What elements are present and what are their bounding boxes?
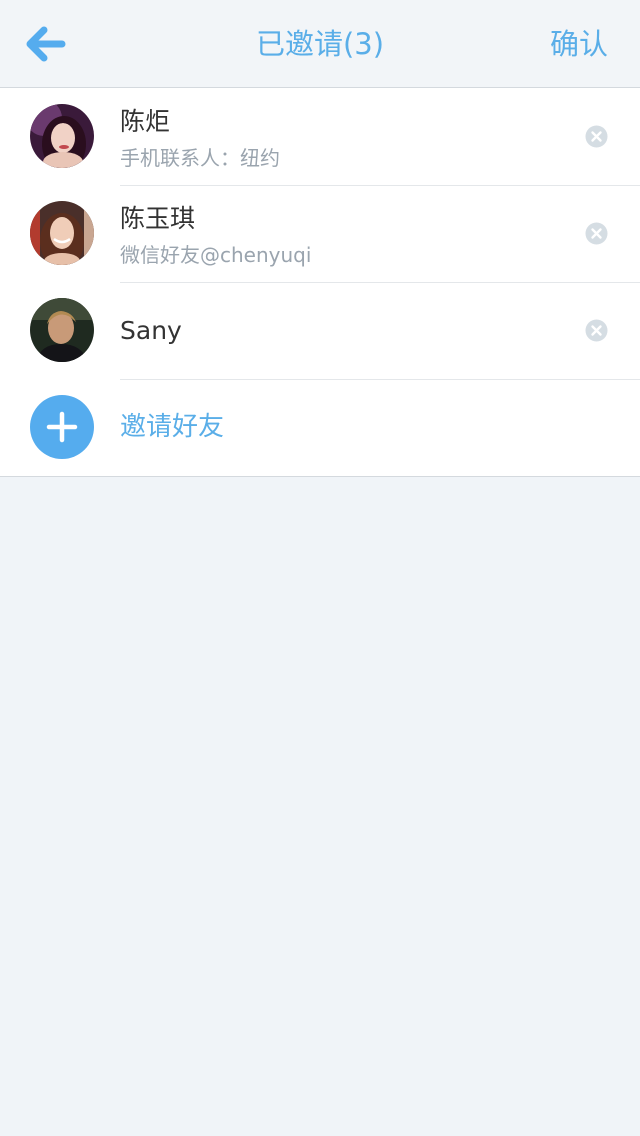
invitee-name: Sany xyxy=(120,316,182,345)
invite-friends-button[interactable]: 邀请好友 xyxy=(0,379,640,476)
invitee-name: 陈炬 xyxy=(120,107,171,136)
remove-circle-icon[interactable] xyxy=(585,319,608,342)
navigation-bar: 已邀请(3) 确认 xyxy=(0,0,640,88)
page-title: 已邀请(3) xyxy=(255,27,385,61)
avatar xyxy=(30,298,94,362)
invitee-source: 手机联系人：纽约 xyxy=(120,146,280,170)
list-item: Sany xyxy=(0,282,640,379)
invitee-list: 陈炬 手机联系人：纽约 陈玉琪 微信好友@chenyuqi Sany 邀请好友 xyxy=(0,88,640,477)
avatar xyxy=(30,201,94,265)
invitee-source: 微信好友@chenyuqi xyxy=(120,243,312,267)
list-item: 陈玉琪 微信好友@chenyuqi xyxy=(0,185,640,282)
invitee-name: 陈玉琪 xyxy=(120,204,196,233)
remove-circle-icon[interactable] xyxy=(585,125,608,148)
list-item: 陈炬 手机联系人：纽约 xyxy=(0,88,640,185)
invite-friends-label: 邀请好友 xyxy=(120,412,225,442)
avatar xyxy=(30,104,94,168)
add-button[interactable] xyxy=(30,395,94,459)
remove-circle-icon[interactable] xyxy=(585,222,608,245)
confirm-button[interactable]: 确认 xyxy=(550,0,608,88)
plus-icon xyxy=(46,411,78,443)
